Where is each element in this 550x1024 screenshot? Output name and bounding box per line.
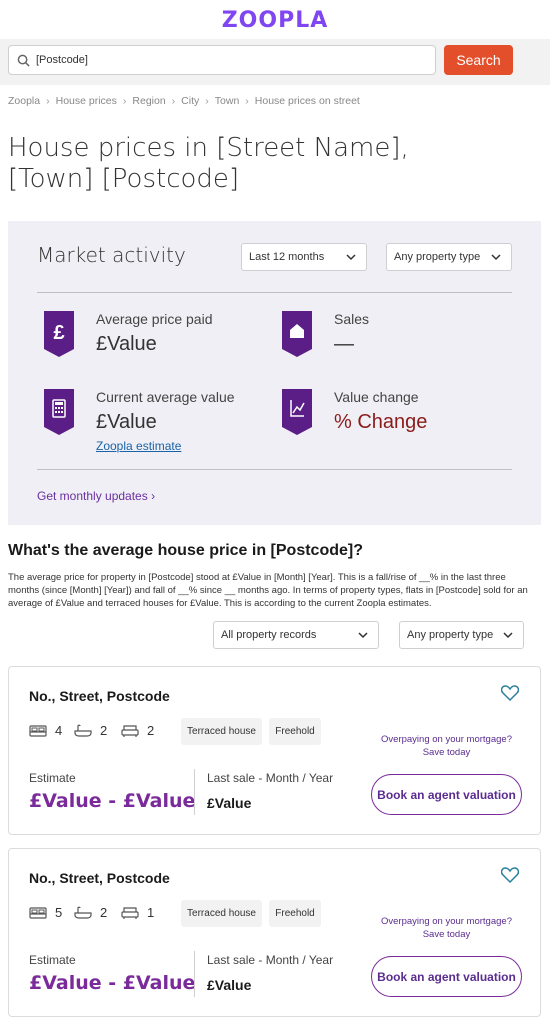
search-input-value: [Postcode] (36, 54, 88, 66)
search-button[interactable]: Search (444, 45, 513, 75)
divider (194, 769, 195, 815)
last-sale-value: £Value (207, 795, 252, 811)
receptions: 2 (121, 723, 154, 738)
breadcrumb-separator: › (245, 95, 249, 107)
average-price-heading: What's the average house price in [Postc… (8, 542, 363, 559)
type-filter-value: Any property type (407, 629, 494, 641)
property-type-select[interactable]: Any property type (386, 243, 512, 271)
property-type-tag: Terraced house (181, 718, 262, 745)
average-price-label: Average price paid (96, 311, 213, 327)
last-sale-label: Last sale - Month / Year (207, 953, 334, 967)
sofa-icon (121, 724, 139, 737)
bedrooms: 4 (29, 723, 62, 738)
book-valuation-button[interactable]: Book an agent valuation (371, 774, 522, 815)
divider (37, 469, 512, 470)
breadcrumb-house-prices[interactable]: House prices (56, 95, 117, 107)
receptions-count: 1 (147, 905, 155, 920)
receptions-count: 2 (147, 723, 155, 738)
breadcrumb: Zoopla › House prices › Region › City › Town… (8, 95, 360, 107)
sales-value: — (334, 333, 354, 355)
chevron-down-icon (491, 253, 501, 260)
house-icon (282, 311, 312, 357)
svg-text:£: £ (53, 322, 64, 344)
heart-icon[interactable] (501, 685, 519, 701)
period-select[interactable]: Last 12 months (241, 243, 367, 271)
breadcrumb-city[interactable]: City (181, 95, 199, 107)
calculator-icon (44, 389, 74, 435)
bedrooms-count: 5 (55, 905, 63, 920)
monthly-updates-link[interactable]: Get monthly updates › (37, 489, 155, 503)
heart-icon[interactable] (501, 867, 519, 883)
records-filter-value: All property records (221, 629, 317, 641)
search-input[interactable]: [Postcode] (8, 45, 436, 75)
bathrooms: 2 (74, 723, 107, 738)
current-value-value: £Value (96, 411, 157, 433)
average-price-value: £Value (96, 333, 157, 355)
bath-icon (74, 906, 92, 919)
bed-icon (29, 724, 47, 737)
market-activity-title: Market activity (37, 243, 186, 267)
search-icon (17, 54, 30, 67)
bedrooms: 5 (29, 905, 62, 920)
bathrooms-count: 2 (100, 723, 108, 738)
type-filter-select[interactable]: Any property type (399, 621, 524, 649)
divider (37, 292, 512, 293)
bedrooms-count: 4 (55, 723, 63, 738)
estimate-value: £Value - £Value (29, 972, 196, 994)
breadcrumb-region[interactable]: Region (132, 95, 165, 107)
breadcrumb-separator: › (205, 95, 209, 107)
bed-icon (29, 906, 47, 919)
bathrooms-count: 2 (100, 905, 108, 920)
property-card[interactable]: No., Street, Postcode 4 2 2 Terraced hou… (8, 666, 541, 835)
breadcrumb-separator: › (171, 95, 176, 107)
property-card[interactable]: No., Street, Postcode 5 2 1 Terraced hou… (8, 848, 541, 1017)
chevron-down-icon (503, 631, 513, 638)
last-sale-value: £Value (207, 977, 252, 993)
estimate-label: Estimate (29, 953, 76, 967)
search-bar: [Postcode] Search (0, 39, 550, 85)
pound-icon: £ (44, 311, 74, 357)
average-price-description: The average price for property in [Postc… (8, 572, 528, 609)
value-change-value: % Change (334, 411, 428, 433)
market-activity-panel: Market activity Last 12 months Any prope… (8, 221, 541, 525)
page-title: House prices in [Street Name], [Town] [P… (8, 133, 409, 194)
breadcrumb-separator: › (122, 95, 127, 107)
chart-icon (282, 389, 312, 435)
breadcrumb-town[interactable]: Town (215, 95, 240, 107)
zoopla-estimate-link[interactable]: Zoopla estimate (96, 439, 181, 453)
mortgage-promo-link[interactable]: Overpaying on your mortgage? Save today (369, 915, 524, 941)
period-select-value: Last 12 months (249, 251, 325, 263)
estimate-value: £Value - £Value (29, 790, 196, 812)
sofa-icon (121, 906, 139, 919)
bathrooms: 2 (74, 905, 107, 920)
estimate-label: Estimate (29, 771, 76, 785)
value-change-label: Value change (334, 389, 419, 405)
property-type-tag: Terraced house (181, 900, 262, 927)
breadcrumb-separator: › (46, 95, 50, 107)
current-value-label: Current average value (96, 389, 235, 405)
receptions: 1 (121, 905, 154, 920)
bath-icon (74, 724, 92, 737)
tenure-tag: Freehold (269, 900, 321, 927)
divider (194, 951, 195, 997)
zoopla-logo[interactable]: ZOOPLA (0, 8, 550, 33)
property-address[interactable]: No., Street, Postcode (29, 870, 170, 886)
book-valuation-button[interactable]: Book an agent valuation (371, 956, 522, 997)
sales-label: Sales (334, 311, 370, 327)
mortgage-promo-link[interactable]: Overpaying on your mortgage? Save today (369, 733, 524, 759)
breadcrumb-zoopla[interactable]: Zoopla (8, 95, 40, 107)
property-address[interactable]: No., Street, Postcode (29, 688, 170, 704)
records-filter-select[interactable]: All property records (213, 621, 379, 649)
chevron-down-icon (358, 631, 368, 638)
tenure-tag: Freehold (269, 718, 321, 745)
last-sale-label: Last sale - Month / Year (207, 771, 334, 785)
breadcrumb-current: House prices on street (254, 95, 360, 107)
chevron-down-icon (346, 253, 356, 260)
property-type-select-value: Any property type (394, 251, 481, 263)
